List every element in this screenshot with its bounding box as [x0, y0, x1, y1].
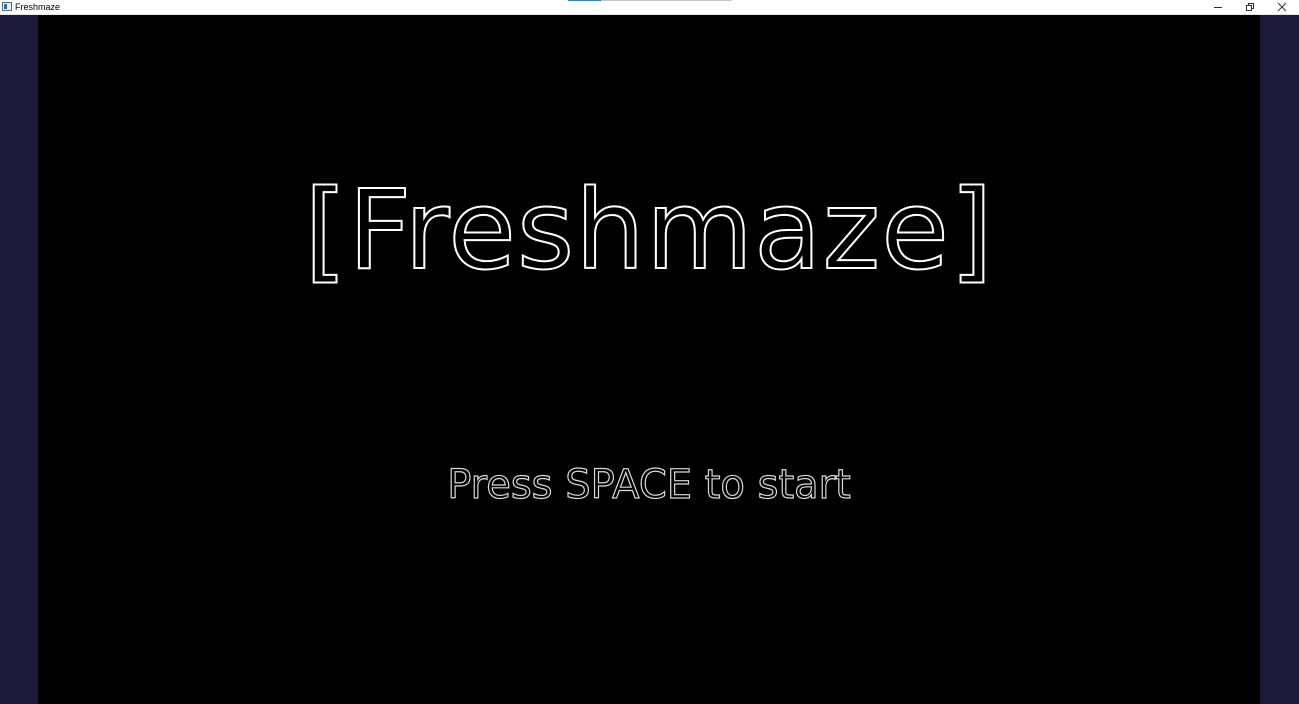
- window-title: Freshmaze: [15, 2, 61, 12]
- close-icon: [1277, 2, 1287, 12]
- app-window-icon: [2, 2, 12, 11]
- taskbar-peek-strip: [601, 0, 732, 1]
- close-button[interactable]: [1266, 0, 1298, 14]
- restore-button[interactable]: [1234, 0, 1266, 14]
- minimize-icon: [1214, 7, 1222, 8]
- taskbar-peek-highlight: [568, 0, 601, 1]
- minimize-button[interactable]: [1202, 0, 1234, 14]
- window-titlebar[interactable]: Freshmaze: [0, 0, 1299, 15]
- game-window-area[interactable]: [Freshmaze] Press SPACE to start: [0, 15, 1299, 704]
- start-prompt: Press SPACE to start: [447, 461, 852, 508]
- restore-icon: [1246, 3, 1254, 11]
- game-title: [Freshmaze]: [303, 165, 994, 295]
- game-viewport[interactable]: [Freshmaze] Press SPACE to start: [38, 15, 1260, 704]
